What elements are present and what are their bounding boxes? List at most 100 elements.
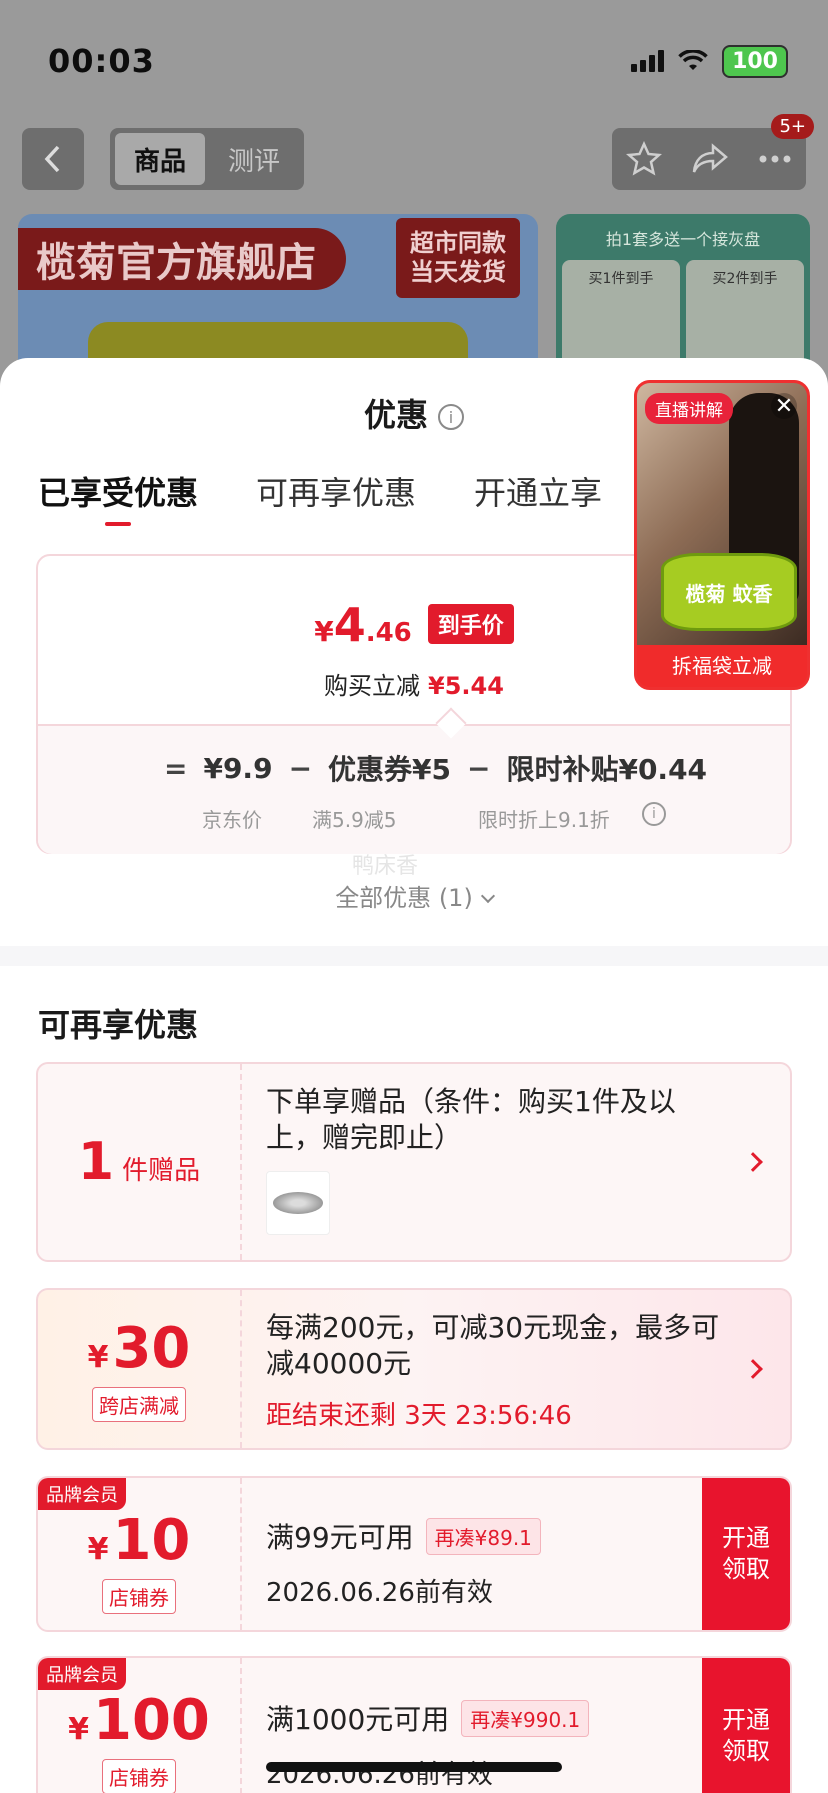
same-day-tag: 超市同款 当天发货 [396, 218, 520, 298]
tab-more-offers[interactable]: 可再享优惠 [256, 468, 416, 526]
instant-discount-value: ¥5.44 [428, 672, 504, 700]
more-offers-title: 可再享优惠 [38, 1006, 199, 1044]
coupon-amount: 优惠券¥5 [328, 753, 451, 786]
cross-store-description: 每满200元，可减30元现金，最多可减40000元 [266, 1311, 720, 1381]
product-can: 榄菊 蚊香 [661, 553, 797, 631]
jd-price-label: 京东价 [202, 808, 262, 832]
final-price-tag: 到手价 [427, 604, 514, 644]
coupon-condition: 满99元可用 [266, 1521, 414, 1554]
info-icon[interactable]: i [438, 404, 464, 430]
amount-number: 100 [92, 1688, 210, 1753]
subsidy-info-icon[interactable]: i [642, 802, 666, 826]
share-icon[interactable] [691, 143, 729, 175]
coupon-gap-tag: 再凑¥990.1 [461, 1699, 590, 1737]
status-bar: 00:03 100 [48, 36, 788, 86]
cross-store-tag: 跨店满减 [92, 1387, 186, 1422]
live-caption: 拆福袋立减 [672, 653, 772, 678]
gift-description: 下单享赠品（条件：购买1件及以上，赠完即止） [266, 1085, 676, 1155]
amount-currency: ¥ [87, 1340, 109, 1375]
final-price: ¥4.46 [314, 598, 412, 652]
live-stream-widget[interactable]: 榄菊 蚊香 直播讲解 ✕ 拆福袋立减 [634, 380, 810, 690]
cross-store-amount: ¥30 [88, 1316, 191, 1381]
side-banner-title: 拍1套多送一个接灰盘 [605, 230, 761, 249]
tab-product[interactable]: 商品 [115, 133, 205, 185]
amount-number: 10 [112, 1508, 191, 1573]
shop-coupon-card[interactable]: 品牌会员 ¥10 店铺券 满99元可用 再凑¥89.1 2026.06.26前有… [36, 1476, 792, 1632]
back-button[interactable] [22, 128, 84, 190]
activate-claim-button[interactable]: 开通 领取 [702, 1478, 790, 1630]
offer-tabs: 已享受优惠 可再享优惠 开通立享 [38, 468, 602, 526]
gift-number: 1 [77, 1132, 115, 1192]
store-name: 榄菊官方旗舰店 [18, 228, 346, 290]
chevron-right-icon [743, 1152, 763, 1172]
notification-badge: 5+ [771, 114, 814, 139]
price-currency: ¥ [314, 615, 334, 648]
tag-line-2: 当天发货 [410, 258, 506, 286]
ash-tray-image [273, 1191, 323, 1214]
equals-sign: = [164, 751, 188, 785]
more-icon[interactable] [758, 154, 792, 164]
tag-line-1: 超市同款 [410, 229, 506, 258]
card-separator [240, 1290, 242, 1448]
status-icons: 100 [631, 44, 788, 78]
nav-actions: 5+ [612, 114, 814, 190]
price-decimal: .46 [365, 618, 412, 648]
wifi-icon [678, 50, 708, 70]
tab-review[interactable]: 测评 [209, 133, 299, 185]
coupon-amount: ¥10 [88, 1508, 191, 1573]
instant-discount-label: 购买立减 [324, 672, 421, 700]
minus-sign: − [467, 751, 491, 785]
home-indicator[interactable] [266, 1762, 562, 1772]
offers-sheet: 优惠 i 已享受优惠 可再享优惠 开通立享 ¥4.46 到手价 购买立减 ¥5.44… [0, 358, 828, 1793]
close-icon[interactable]: ✕ [771, 393, 797, 419]
jd-price: ¥9.9 [203, 751, 273, 785]
star-icon[interactable] [626, 141, 663, 177]
coupon-condition-line: 满99元可用 再凑¥89.1 [266, 1516, 730, 1556]
product-tab-switch: 商品 测评 [110, 128, 304, 190]
card-separator [240, 1064, 242, 1260]
gift-details: 下单享赠品（条件：购买1件及以上，赠完即止） [266, 1084, 730, 1260]
cross-store-offer-card[interactable]: ¥30 跨店满减 每满200元，可减30元现金，最多可减40000元 距结束还剩… [36, 1288, 792, 1450]
coupon-amount: ¥100 [68, 1688, 210, 1753]
coupon-amount-block: ¥10 店铺券 [38, 1478, 240, 1630]
coupon-expiry: 2026.06.26前有效 [266, 1760, 493, 1790]
price-formula: = ¥9.9 − 优惠券¥5 − 限时补贴¥0.44 [164, 748, 707, 788]
card-separator [240, 1478, 242, 1630]
product-navbar: 商品 测评 5+ [22, 114, 814, 190]
chevron-left-icon [44, 145, 60, 173]
amount-number: 30 [112, 1316, 191, 1381]
background-page: 00:03 100 商品 测评 5+ 榄菊官方旗舰店 超市同款 当天发货 拍1套… [0, 0, 828, 414]
cellular-signal-icon [631, 50, 665, 72]
coupon-condition: 满1000元可用 [266, 1703, 450, 1736]
card-separator [240, 1658, 242, 1793]
countdown-timer: 距结束还剩 3天 23:56:46 [266, 1400, 572, 1431]
all-offers-label: 全部优惠 (1) [335, 884, 473, 912]
gift-unit: 件赠品 [122, 1156, 201, 1186]
gift-count: 1 件赠品 [38, 1064, 240, 1260]
status-time: 00:03 [48, 42, 155, 80]
subsidy-amount: 限时补贴¥0.44 [506, 753, 708, 786]
cross-store-amount-block: ¥30 跨店满减 [38, 1290, 240, 1448]
coupon-label: 满5.9减5 [312, 808, 397, 832]
live-tag: 直播讲解 [645, 393, 733, 424]
minus-sign: − [288, 751, 313, 785]
watermark: 鸭床香 [352, 854, 419, 879]
gift-offer-card[interactable]: 1 件赠品 下单享赠品（条件：购买1件及以上，赠完即止） [36, 1062, 792, 1262]
coupon-amount-block: ¥100 店铺券 [38, 1658, 240, 1793]
tab-activate-offers[interactable]: 开通立享 [474, 468, 602, 526]
tab-enjoyed-offers[interactable]: 已享受优惠 [38, 468, 198, 526]
amount-currency: ¥ [68, 1712, 89, 1747]
price-breakdown: = ¥9.9 − 优惠券¥5 − 限时补贴¥0.44 京东价 满5.9减5 限时… [38, 724, 790, 854]
shop-coupon-tag: 店铺券 [102, 1759, 176, 1793]
section-divider [0, 946, 828, 966]
shop-coupon-card[interactable]: 品牌会员 ¥100 店铺券 满1000元可用 再凑¥990.1 2026.06.… [36, 1656, 792, 1793]
coupon-details: 满99元可用 再凑¥89.1 2026.06.26前有效 [266, 1516, 730, 1630]
cross-store-details: 每满200元，可减30元现金，最多可减40000元 距结束还剩 3天 23:56… [266, 1310, 730, 1448]
coupon-details: 满1000元可用 再凑¥990.1 2026.06.26前有效 [266, 1698, 730, 1793]
battery-indicator: 100 [722, 44, 788, 78]
gift-thumbnail[interactable] [266, 1170, 330, 1235]
coupon-expiry: 2026.06.26前有效 [266, 1578, 493, 1608]
shop-coupon-tag: 店铺券 [102, 1579, 176, 1614]
all-offers-toggle[interactable]: 全部优惠 (1) [0, 878, 828, 913]
activate-claim-button[interactable]: 开通 领取 [702, 1658, 790, 1793]
